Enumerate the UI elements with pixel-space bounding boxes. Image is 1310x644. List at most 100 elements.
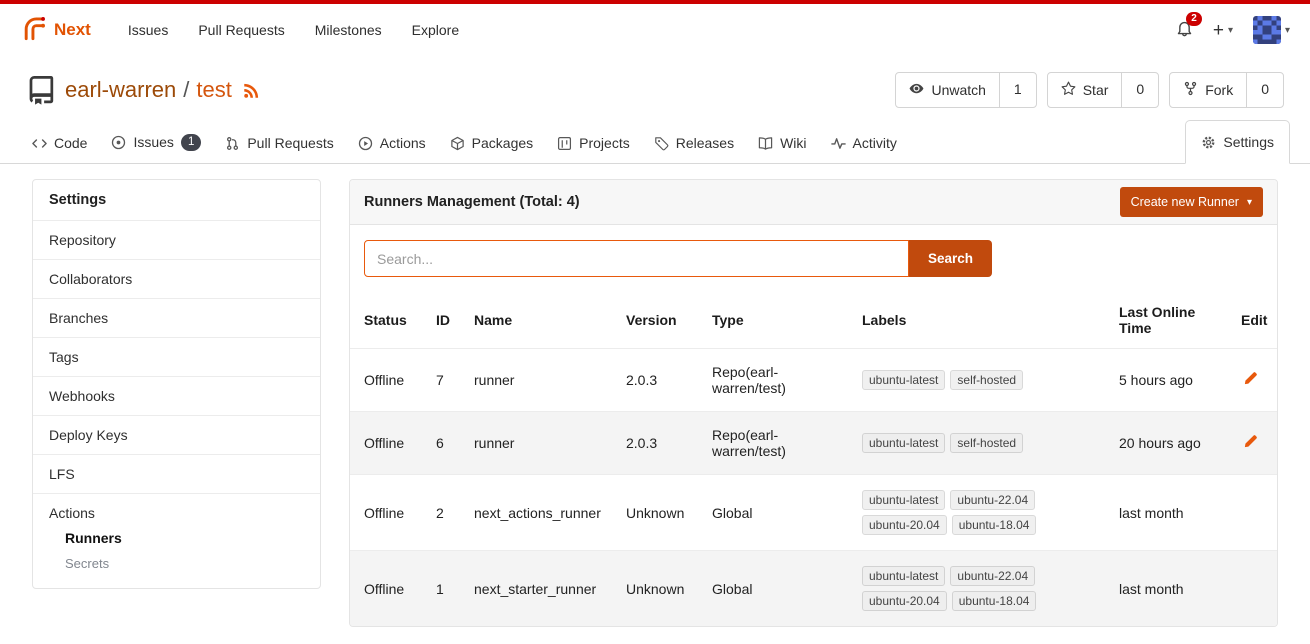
pulse-icon [831,136,846,151]
runner-last-online: last month [1109,475,1231,551]
star-button[interactable]: Star 0 [1047,72,1159,108]
table-row: Offline 7 runner 2.0.3 Repo(earl-warren/… [350,349,1277,412]
runner-id: 1 [426,551,464,627]
runner-version: Unknown [616,475,702,551]
runner-status: Offline [350,412,426,475]
star-count[interactable]: 0 [1121,73,1158,107]
runner-status: Offline [350,475,426,551]
home-link[interactable]: Next [20,15,91,45]
sidebar-item-webhooks[interactable]: Webhooks [33,377,320,416]
runner-labels: ubuntu-latest self-hosted [852,349,1109,412]
tab-code[interactable]: Code [20,123,99,163]
repo-owner-link[interactable]: earl-warren [65,77,176,103]
col-id: ID [426,292,464,349]
sidebar-item-collaborators[interactable]: Collaborators [33,260,320,299]
nav-item-pull-requests[interactable]: Pull Requests [183,14,299,46]
page-title: Runners Management (Total: 4) [364,194,580,210]
table-row: Offline 6 runner 2.0.3 Repo(earl-warren/… [350,412,1277,475]
sidebar-item-deploy-keys[interactable]: Deploy Keys [33,416,320,455]
col-labels: Labels [852,292,1109,349]
tab-releases[interactable]: Releases [642,123,746,163]
create-runner-label: Create new Runner [1131,195,1239,209]
nav-item-milestones[interactable]: Milestones [300,14,397,46]
tab-settings[interactable]: Settings [1185,120,1290,164]
brand-name: Next [54,20,91,40]
edit-runner-button[interactable] [1241,432,1260,454]
settings-sidebar: Settings Repository Collaborators Branch… [32,179,321,589]
fork-label: Fork [1205,82,1233,98]
sidebar-item-runners[interactable]: Runners [33,525,320,551]
runner-type: Repo(earl-warren/test) [702,412,852,475]
runners-table: Status ID Name Version Type Labels Last … [350,292,1277,626]
watch-count[interactable]: 1 [999,73,1036,107]
runner-version: 2.0.3 [616,412,702,475]
sidebar-item-branches[interactable]: Branches [33,299,320,338]
runner-status: Offline [350,349,426,412]
sidebar-item-actions[interactable]: Actions [33,494,320,525]
runner-label-chip: ubuntu-20.04 [862,515,947,535]
runner-type: Repo(earl-warren/test) [702,349,852,412]
col-type: Type [702,292,852,349]
runner-edit-cell [1231,349,1277,412]
runner-type: Global [702,551,852,627]
col-status: Status [350,292,426,349]
runner-label-chip: ubuntu-20.04 [862,591,947,611]
create-new-menu[interactable]: + ▾ [1213,21,1233,40]
runners-panel: Runners Management (Total: 4) Create new… [349,179,1278,627]
navbar-right: 2 + ▾ ▾ [1176,16,1290,44]
edit-runner-button[interactable] [1241,369,1260,391]
runner-label-chip: ubuntu-18.04 [952,591,1037,611]
runners-card-header: Runners Management (Total: 4) Create new… [350,180,1277,225]
chevron-down-icon: ▾ [1285,25,1290,36]
runner-label-chip: ubuntu-18.04 [952,515,1037,535]
nav-item-issues[interactable]: Issues [113,14,183,46]
package-icon [450,136,465,151]
eye-icon [909,81,924,99]
runner-id: 7 [426,349,464,412]
runner-name: next_starter_runner [464,551,616,627]
sidebar-item-tags[interactable]: Tags [33,338,320,377]
runner-last-online: last month [1109,551,1231,627]
fork-count[interactable]: 0 [1246,73,1283,107]
tab-actions[interactable]: Actions [346,123,438,163]
col-last-online: Last Online Time [1109,292,1231,349]
tab-label: Activity [853,135,897,151]
search-button[interactable]: Search [909,240,992,277]
tab-issues[interactable]: Issues 1 [99,122,213,164]
create-runner-button[interactable]: Create new Runner ▾ [1120,187,1263,217]
forgejo-logo-icon [20,15,47,45]
tab-label: Settings [1223,134,1274,150]
play-circle-icon [358,136,373,151]
col-version: Version [616,292,702,349]
search-input[interactable] [364,240,909,277]
runner-last-online: 20 hours ago [1109,412,1231,475]
fork-button[interactable]: Fork 0 [1169,72,1284,108]
unwatch-button[interactable]: Unwatch 1 [895,72,1036,108]
tab-packages[interactable]: Packages [438,123,545,163]
runner-labels: ubuntu-latest ubuntu-22.04 ubuntu-20.04 … [852,551,1109,627]
star-icon [1061,81,1076,99]
runner-labels: ubuntu-latest ubuntu-22.04 ubuntu-20.04 … [852,475,1109,551]
tab-label: Wiki [780,135,806,151]
tab-pull-requests[interactable]: Pull Requests [213,123,345,163]
pencil-icon [1243,434,1258,452]
runner-label-chip: ubuntu-latest [862,566,945,586]
notifications-button[interactable]: 2 [1176,20,1193,40]
sidebar-item-lfs[interactable]: LFS [33,455,320,494]
sidebar-item-repository[interactable]: Repository [33,221,320,260]
unwatch-label: Unwatch [931,82,985,98]
sidebar-item-secrets[interactable]: Secrets [33,551,320,576]
repo-tabbar: Code Issues 1 Pull Requests Actions Pack… [0,118,1310,164]
runner-labels: ubuntu-latest self-hosted [852,412,1109,475]
user-menu[interactable]: ▾ [1253,16,1290,44]
runner-status: Offline [350,551,426,627]
runner-edit-cell [1231,551,1277,627]
rss-feed-icon[interactable] [243,82,260,99]
tab-label: Code [54,135,87,151]
tab-activity[interactable]: Activity [819,123,909,163]
tab-projects[interactable]: Projects [545,123,642,163]
repo-name-link[interactable]: test [196,77,231,103]
runner-type: Global [702,475,852,551]
nav-item-explore[interactable]: Explore [397,14,474,46]
tab-wiki[interactable]: Wiki [746,123,818,163]
